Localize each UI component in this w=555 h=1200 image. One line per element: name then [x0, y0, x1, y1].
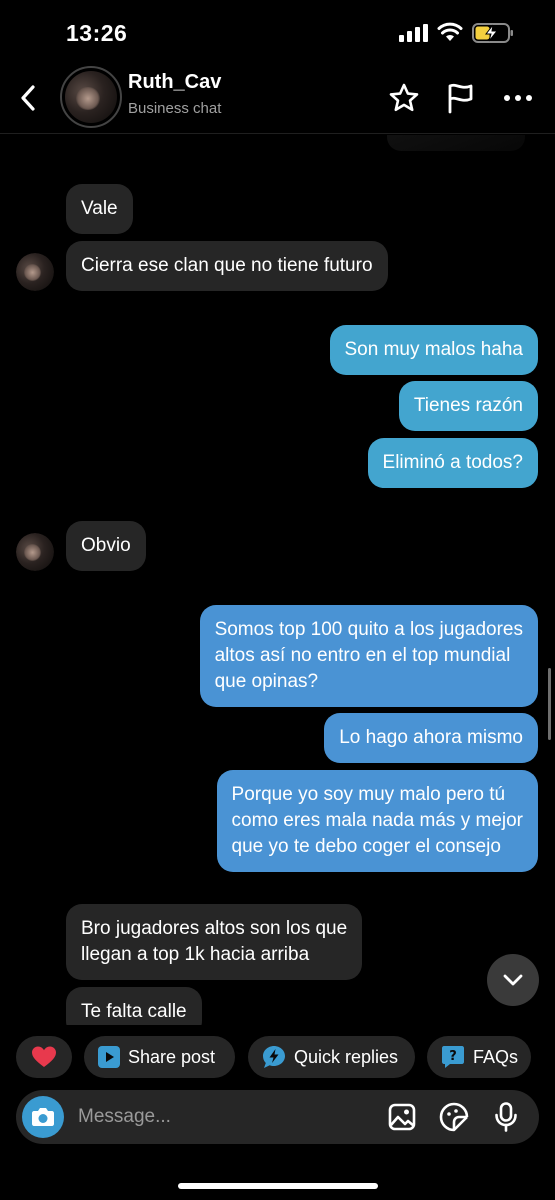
message-bubble-incoming[interactable]: Bro jugadores altos son los que llegan a… [66, 904, 363, 980]
message-bubble-incoming[interactable]: Vale [66, 184, 133, 234]
message-composer [16, 1090, 539, 1144]
scroll-to-bottom-button[interactable] [487, 954, 539, 1006]
sticker-icon [439, 1102, 469, 1132]
contact-avatar[interactable] [60, 66, 122, 128]
message-bubble-incoming[interactable]: Te falta calle [66, 987, 202, 1025]
quick-replies-label: Quick replies [294, 1046, 399, 1067]
faqs-label: FAQs [473, 1046, 519, 1067]
message-bubble-outgoing[interactable]: Lo hago ahora mismo [324, 713, 538, 763]
microphone-button[interactable] [491, 1102, 521, 1132]
chevron-down-icon [503, 974, 523, 986]
message-text: Obvio [81, 535, 131, 556]
scroll-indicator[interactable] [548, 668, 551, 740]
flag-icon [448, 83, 473, 114]
more-dots-icon [504, 95, 532, 101]
message-bubble-outgoing[interactable]: Eliminó a todos? [367, 438, 538, 488]
star-icon [389, 83, 419, 112]
message-text-line: Porque yo soy muy malo pero tú [231, 784, 506, 805]
wifi-icon [437, 22, 463, 41]
contact-name[interactable]: Ruth_Cav [128, 71, 221, 94]
message-thread[interactable]: Vale Cierra ese clan que no tiene futuro… [0, 135, 555, 1025]
message-text: Cierra ese clan que no tiene futuro [81, 255, 373, 276]
camera-button[interactable] [22, 1096, 64, 1138]
message-text-line: como eres mala nada más y mejor [231, 810, 523, 831]
message-text-line: altos así no entro en el top mundial [214, 645, 511, 666]
heart-icon [32, 1046, 56, 1067]
message-bubble-incoming[interactable]: Cierra ese clan que no tiene futuro [66, 241, 388, 291]
message-text-line: Bro jugadores altos son los que [81, 918, 348, 939]
more-options-button[interactable] [502, 82, 534, 114]
faqs-button[interactable]: ? FAQs [427, 1036, 531, 1078]
status-bar: 13:26 [0, 0, 555, 62]
play-square-icon [98, 1046, 120, 1068]
status-time: 13:26 [66, 20, 128, 46]
message-bubble-outgoing[interactable]: Somos top 100 quito a los jugadores alto… [199, 605, 538, 707]
chat-header: Ruth_Cav Business chat [0, 62, 555, 134]
microphone-icon [495, 1102, 517, 1132]
message-text-line: Somos top 100 quito a los jugadores [214, 619, 523, 640]
question-chat-icon: ? [442, 1046, 464, 1068]
sender-avatar[interactable] [16, 253, 54, 291]
sender-avatar[interactable] [16, 533, 54, 571]
sticker-button[interactable] [439, 1102, 469, 1132]
share-post-button[interactable]: Share post [84, 1036, 235, 1078]
message-text: Te falta calle [81, 1001, 187, 1022]
message-text-line: que opinas? [214, 671, 319, 692]
like-button[interactable] [16, 1036, 72, 1078]
message-text: Tienes razón [413, 395, 523, 416]
contact-subtitle: Business chat [128, 100, 222, 117]
quick-replies-button[interactable]: Quick replies [248, 1036, 415, 1078]
back-chevron-icon [21, 85, 35, 111]
svg-text:?: ? [449, 1049, 457, 1064]
message-text-line: llegan a top 1k hacia arriba [81, 944, 310, 965]
flag-button[interactable] [444, 82, 476, 114]
camera-icon [32, 1108, 54, 1126]
message-text: Lo hago ahora mismo [339, 727, 523, 748]
star-button[interactable] [388, 82, 420, 114]
message-text-line: que yo te debo coger el consejo [231, 836, 501, 857]
message-text: Eliminó a todos? [382, 452, 523, 473]
battery-charging-icon [472, 23, 513, 43]
message-bubble-outgoing[interactable]: Son muy malos haha [329, 325, 538, 375]
home-indicator[interactable] [178, 1183, 378, 1189]
share-post-label: Share post [128, 1046, 216, 1067]
message-text: Vale [81, 198, 118, 219]
message-text: Son muy malos haha [344, 339, 524, 360]
quick-actions-bar: Share post Quick replies ? FAQs [0, 1036, 555, 1078]
cellular-signal-icon [399, 24, 428, 42]
gallery-button[interactable] [387, 1102, 417, 1132]
image-gallery-icon [388, 1103, 416, 1131]
lightning-chat-icon [263, 1046, 285, 1068]
message-bubble-incoming[interactable]: Obvio [66, 521, 146, 571]
message-input[interactable] [78, 1090, 378, 1144]
message-bubble-outgoing[interactable]: Porque yo soy muy malo pero tú como eres… [216, 770, 538, 872]
message-bubble-outgoing[interactable]: Tienes razón [398, 381, 538, 431]
shared-media-preview[interactable] [387, 135, 525, 151]
back-button[interactable] [14, 82, 42, 114]
